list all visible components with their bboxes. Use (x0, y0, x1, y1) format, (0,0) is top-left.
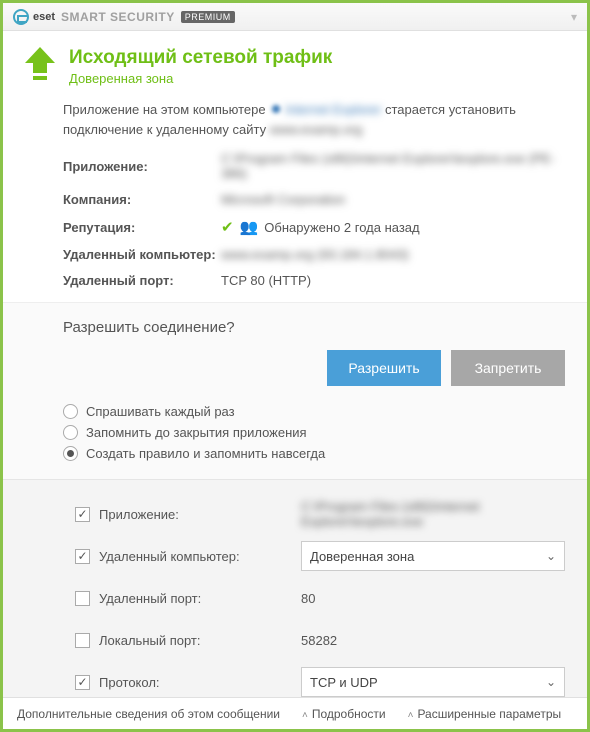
radio-icon[interactable] (63, 404, 78, 419)
remote-value: www.examp.org (93.184.1.8043) (221, 247, 565, 262)
rule-select-value: Доверенная зона (310, 549, 414, 564)
rule-label: Приложение: (99, 507, 301, 522)
remember-radios: Спрашивать каждый раз Запомнить до закрыт… (63, 404, 565, 461)
premium-badge: PREMIUM (181, 11, 235, 23)
dialog-window: eset SMART SECURITY PREMIUM ▾ Исходящий … (0, 0, 590, 732)
rule-label: Локальный порт: (99, 633, 301, 648)
rule-value: 58282 (301, 633, 565, 648)
footer: Дополнительные сведения об этом сообщени… (3, 697, 587, 729)
rule-value: 80 (301, 591, 565, 606)
caret-up-icon: ˄ (408, 710, 414, 721)
radio-option-1[interactable]: Запомнить до закрытия приложения (63, 425, 565, 440)
more-info-link[interactable]: Дополнительные сведения об этом сообщени… (17, 707, 280, 721)
radio-label: Запомнить до закрытия приложения (86, 425, 307, 440)
connection-message: Приложение на этом компьютере Internet E… (63, 100, 565, 139)
radio-label: Создать правило и запомнить навсегда (86, 446, 325, 461)
chevron-down-icon: ⌄ (546, 549, 556, 563)
remote-port-value: TCP 80 (HTTP) (221, 273, 565, 288)
rule-row-0: Приложение:C:\Program Files (x86)\Intern… (75, 496, 565, 532)
outbound-arrow-icon (25, 47, 55, 81)
rule-row-1: Удаленный компьютер: Доверенная зона ⌄ (75, 538, 565, 574)
eset-logo: eset (13, 9, 55, 25)
rule-checkbox[interactable] (75, 675, 90, 690)
company-value: Microsoft Corporation (221, 192, 565, 207)
people-icon: 👥 (240, 218, 259, 236)
action-question: Разрешить соединение? (63, 319, 565, 336)
radio-option-2[interactable]: Создать правило и запомнить навсегда (63, 446, 565, 461)
info-section: Приложение на этом компьютере Internet E… (3, 96, 587, 302)
rule-value: C:\Program Files (x86)\Internet Explorer… (301, 499, 565, 529)
action-section: Разрешить соединение? Разрешить Запретит… (3, 302, 587, 479)
header-section: Исходящий сетевой трафик Доверенная зона (3, 31, 587, 96)
chevron-down-icon: ⌄ (546, 675, 556, 689)
rule-checkbox[interactable] (75, 633, 90, 648)
rule-select[interactable]: TCP и UDP ⌄ (301, 667, 565, 697)
titlebar-menu-icon[interactable]: ▾ (571, 10, 577, 24)
rule-row-4: Протокол: TCP и UDP ⌄ (75, 664, 565, 697)
rule-label: Удаленный компьютер: (99, 549, 301, 564)
msg-prefix: Приложение на этом компьютере (63, 102, 269, 117)
reputation-value: ✔ 👥 Обнаружено 2 года назад (221, 218, 565, 236)
details-toggle[interactable]: ˄Подробности (302, 707, 386, 721)
radio-label: Спрашивать каждый раз (86, 404, 235, 419)
rule-checkbox[interactable] (75, 591, 90, 606)
rule-label: Протокол: (99, 675, 301, 690)
remote-label: Удаленный компьютер: (63, 247, 221, 262)
dialog-title: Исходящий сетевой трафик (69, 47, 332, 69)
rule-row-2: Удаленный порт:80 (75, 580, 565, 616)
advanced-toggle[interactable]: ˄Расширенные параметры (408, 707, 562, 721)
reputation-label: Репутация: (63, 220, 221, 235)
rule-row-3: Локальный порт:58282 (75, 622, 565, 658)
product-name: SMART SECURITY (61, 10, 175, 24)
app-label: Приложение: (63, 159, 221, 174)
rule-checkbox[interactable] (75, 507, 90, 522)
rule-section: Приложение:C:\Program Files (x86)\Intern… (3, 479, 587, 697)
brand-text: eset (33, 11, 55, 23)
check-icon: ✔ (221, 218, 234, 236)
remote-port-label: Удаленный порт: (63, 273, 221, 288)
rule-select[interactable]: Доверенная зона ⌄ (301, 541, 565, 571)
deny-button[interactable]: Запретить (451, 350, 565, 386)
dialog-subtitle: Доверенная зона (69, 71, 332, 86)
details-grid: Приложение: C:\Program Files (x86)\Inter… (63, 151, 565, 288)
rule-checkbox[interactable] (75, 549, 90, 564)
rule-label: Удаленный порт: (99, 591, 301, 606)
radio-icon[interactable] (63, 446, 78, 461)
radio-option-0[interactable]: Спрашивать каждый раз (63, 404, 565, 419)
msg-app: Internet Explorer (285, 102, 381, 117)
titlebar: eset SMART SECURITY PREMIUM ▾ (3, 3, 587, 31)
msg-site: www.examp.org (270, 122, 362, 137)
app-value: C:\Program Files (x86)\Internet Explorer… (221, 151, 565, 181)
allow-button[interactable]: Разрешить (327, 350, 441, 386)
reputation-text: Обнаружено 2 года назад (264, 220, 419, 235)
company-label: Компания: (63, 192, 221, 207)
rule-select-value: TCP и UDP (310, 675, 378, 690)
button-row: Разрешить Запретить (63, 350, 565, 386)
caret-up-icon: ˄ (302, 710, 308, 721)
radio-icon[interactable] (63, 425, 78, 440)
